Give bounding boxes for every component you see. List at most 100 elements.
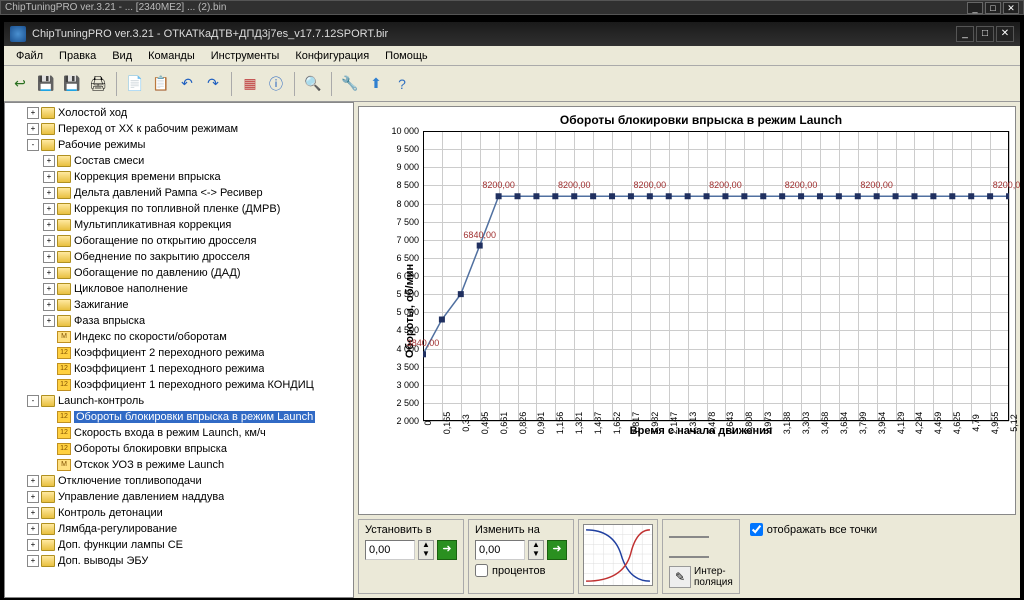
menu-Файл[interactable]: Файл <box>8 48 51 64</box>
titlebar[interactable]: ChipTuningPRO ver.3.21 - ОТКАТКаДТВ+ДПД3… <box>4 22 1020 46</box>
interp-button[interactable]: ✎ <box>669 566 691 588</box>
expand-icon[interactable]: + <box>43 155 55 167</box>
info-icon[interactable]: ⓘ <box>264 72 288 96</box>
expand-icon[interactable]: + <box>43 187 55 199</box>
tree-label: Фаза впрыска <box>74 315 145 327</box>
chart-data-label: 8200,00 <box>993 180 1020 190</box>
copy-icon[interactable]: 📄 <box>123 72 147 96</box>
save-icon[interactable]: 💾 <box>34 72 58 96</box>
saveall-icon[interactable]: 💾 <box>60 72 84 96</box>
set-value-apply[interactable]: ➜ <box>437 540 457 560</box>
bg-minimize-button[interactable]: _ <box>967 2 983 14</box>
tree-node[interactable]: 12Коэффициент 2 переходного режима <box>7 345 351 361</box>
expand-icon[interactable]: + <box>43 251 55 263</box>
tree-node[interactable]: +Обогащение по открытию дросселя <box>7 233 351 249</box>
undo-icon[interactable]: ↶ <box>175 72 199 96</box>
collapse-icon[interactable]: - <box>27 139 39 151</box>
tree-node[interactable]: +Зажигание <box>7 297 351 313</box>
tree-node[interactable]: 12Обороты блокировки впрыска в режим Lau… <box>7 409 351 425</box>
folder-icon <box>57 171 71 183</box>
expand-icon[interactable]: + <box>43 299 55 311</box>
toolbar: ↩💾💾🖨📄📋↶↷▦ⓘ🔍🔧⬆? <box>4 66 1020 102</box>
menu-Правка[interactable]: Правка <box>51 48 104 64</box>
set-value-input[interactable] <box>365 540 415 560</box>
expand-icon[interactable]: + <box>43 267 55 279</box>
expand-icon[interactable]: + <box>27 123 39 135</box>
tree-node[interactable]: +Доп. функции лампы СЕ <box>7 537 351 553</box>
tree-label: Обороты блокировки впрыска <box>74 443 227 455</box>
expand-icon[interactable]: + <box>27 539 39 551</box>
tree-node[interactable]: + Холостой ход <box>7 105 351 121</box>
background-window-title: ChipTuningPRO ver.3.21 - ... [2340ME2] .… <box>5 2 226 13</box>
close-button[interactable]: ✕ <box>996 26 1014 42</box>
expand-icon[interactable]: + <box>27 555 39 567</box>
collapse-icon[interactable]: - <box>27 395 39 407</box>
expand-icon[interactable]: + <box>43 203 55 215</box>
expand-icon[interactable]: + <box>27 523 39 535</box>
tree-node[interactable]: +Обогащение по давлению (ДАД) <box>7 265 351 281</box>
tree-panel[interactable]: + Холостой ход +Переход от ХХ к рабочим ре… <box>4 102 354 598</box>
change-value-spinner[interactable]: ▲▼ <box>528 540 544 560</box>
expand-icon[interactable]: + <box>43 235 55 247</box>
tree-node[interactable]: -Рабочие режимы <box>7 137 351 153</box>
tree-node[interactable]: 12Обороты блокировки впрыска <box>7 441 351 457</box>
upload-icon[interactable]: ⬆ <box>364 72 388 96</box>
expand-icon[interactable]: + <box>43 315 55 327</box>
table-icon[interactable]: ▦ <box>238 72 262 96</box>
change-value-input[interactable] <box>475 540 525 560</box>
tree-node[interactable]: +Контроль детонации <box>7 505 351 521</box>
menu-Инструменты[interactable]: Инструменты <box>203 48 288 64</box>
tree-node[interactable]: + Отключение топливоподачи <box>7 473 351 489</box>
tree-node[interactable]: 12Коэффициент 1 переходного режима КОНДИ… <box>7 377 351 393</box>
bg-maximize-button[interactable]: □ <box>985 2 1001 14</box>
percent-checkbox[interactable]: процентов <box>475 564 567 577</box>
tree-node[interactable]: + Доп. выводы ЭБУ <box>7 553 351 569</box>
tree-node[interactable]: +Мультипликативная коррекция <box>7 217 351 233</box>
minimize-button[interactable]: _ <box>956 26 974 42</box>
tree-node[interactable]: MИндекс по скорости/оборотам <box>7 329 351 345</box>
tree-label: Отключение топливоподачи <box>58 475 202 487</box>
chart-plot[interactable]: 2 0002 5003 0003 5004 0004 5005 0005 500… <box>423 131 1009 421</box>
help-icon[interactable]: ? <box>390 72 414 96</box>
expand-icon[interactable]: + <box>43 283 55 295</box>
print-icon[interactable]: 🖨 <box>86 72 110 96</box>
tree-node[interactable]: +Дельта давлений Рампа <-> Ресивер <box>7 185 351 201</box>
tree-node[interactable]: 12Коэффициент 1 переходного режима <box>7 361 351 377</box>
menu-Помощь[interactable]: Помощь <box>377 48 436 64</box>
tree-node[interactable]: + Фаза впрыска <box>7 313 351 329</box>
hline1-icon <box>669 526 709 538</box>
tools-icon[interactable]: 🔧 <box>338 72 362 96</box>
show-points-checkbox[interactable]: отображать все точки <box>750 523 1010 536</box>
expand-icon[interactable]: + <box>27 107 39 119</box>
change-value-apply[interactable]: ➜ <box>547 540 567 560</box>
menu-Вид[interactable]: Вид <box>104 48 140 64</box>
hline2-icon <box>669 546 709 558</box>
set-value-spinner[interactable]: ▲▼ <box>418 540 434 560</box>
tree-node[interactable]: +Коррекция по топливной пленке (ДМРВ) <box>7 201 351 217</box>
tree-node[interactable]: +Состав смеси <box>7 153 351 169</box>
tree-label: Доп. выводы ЭБУ <box>58 555 148 567</box>
menu-Команды[interactable]: Команды <box>140 48 203 64</box>
tree-node[interactable]: +Переход от ХХ к рабочим режимам <box>7 121 351 137</box>
redo-icon[interactable]: ↷ <box>201 72 225 96</box>
bg-close-button[interactable]: ✕ <box>1003 2 1019 14</box>
expand-icon[interactable]: + <box>27 491 39 503</box>
tree-node[interactable]: +Лямбда-регулирование <box>7 521 351 537</box>
tree-node[interactable]: +Управление давлением наддува <box>7 489 351 505</box>
expand-icon[interactable]: + <box>43 219 55 231</box>
expand-icon[interactable]: + <box>43 171 55 183</box>
back-icon[interactable]: ↩ <box>8 72 32 96</box>
maximize-button[interactable]: □ <box>976 26 994 42</box>
tree-node[interactable]: 12Скорость входа в режим Launch, км/ч <box>7 425 351 441</box>
zoom-icon[interactable]: 🔍 <box>301 72 325 96</box>
paste-icon[interactable]: 📋 <box>149 72 173 96</box>
expand-icon[interactable]: + <box>27 475 39 487</box>
tree-node[interactable]: +Обеднение по закрытию дросселя <box>7 249 351 265</box>
tree-node[interactable]: +Коррекция времени впрыска <box>7 169 351 185</box>
menu-Конфигурация[interactable]: Конфигурация <box>287 48 377 64</box>
tree-node[interactable]: +Цикловое наполнение <box>7 281 351 297</box>
tree-label: Холостой ход <box>58 107 127 119</box>
expand-icon[interactable]: + <box>27 507 39 519</box>
tree-node[interactable]: MОтскок УОЗ в режиме Launch <box>7 457 351 473</box>
tree-node[interactable]: -Launch-контроль <box>7 393 351 409</box>
